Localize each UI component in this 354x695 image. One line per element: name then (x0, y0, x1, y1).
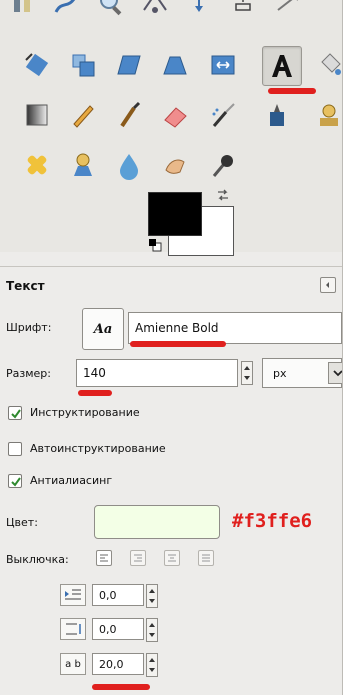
hinting-checkbox[interactable] (8, 406, 22, 420)
tab-menu-icon[interactable] (320, 277, 336, 293)
size-spin-buttons[interactable] (241, 361, 253, 385)
justify-fill-button[interactable] (198, 550, 214, 566)
size-label: Размер: (6, 367, 51, 380)
font-label: Шрифт: (6, 321, 52, 334)
line-spacing-entry[interactable]: 0,0 (92, 618, 144, 640)
gimp-toolbox-panel: Текст Шрифт: Aa Amienne Bold Размер: 140… (0, 0, 343, 695)
antialias-checkbox[interactable] (8, 474, 22, 488)
active-tool-marker (268, 88, 316, 94)
letter-spacing-entry[interactable]: 20,0 (92, 653, 144, 675)
dodge-burn-icon[interactable] (206, 148, 240, 182)
foreground-color-swatch[interactable] (148, 192, 202, 236)
justify-right-button[interactable] (130, 550, 146, 566)
hinting-label: Инструктирование (30, 406, 140, 419)
crop-icon[interactable] (270, 0, 304, 18)
font-preview-button[interactable]: Aa (82, 308, 124, 350)
color-hex-annotation: #f3ffe6 (232, 510, 313, 532)
indent-value: 0,0 (99, 588, 117, 602)
scale-icon[interactable] (66, 48, 100, 82)
size-unit-value: px (273, 366, 287, 380)
antialias-label: Антиалиасинг (30, 474, 113, 487)
chevron-down-icon[interactable] (328, 362, 342, 384)
letter-spacing-icon: a b (60, 653, 86, 675)
justify-left-button[interactable] (96, 550, 112, 566)
font-entry-value: Amienne Bold (135, 321, 219, 335)
tool-options-title: Текст (6, 279, 45, 293)
indent-icon (60, 584, 86, 606)
airbrush-icon[interactable] (206, 98, 240, 132)
letter-spacing-spin-buttons[interactable] (146, 653, 158, 677)
align-icon[interactable] (226, 0, 260, 18)
autohint-label: Автоинструктирование (30, 442, 166, 455)
ink-icon[interactable] (260, 98, 294, 132)
indent-spin-buttons[interactable] (146, 584, 158, 608)
heal-icon[interactable] (20, 148, 54, 182)
autohint-checkbox[interactable] (8, 442, 22, 456)
paintbrush-icon[interactable] (112, 98, 146, 132)
blend-icon[interactable] (20, 98, 54, 132)
size-entry[interactable]: 140 (76, 359, 238, 387)
line-spacing-value: 0,0 (99, 622, 117, 636)
shear-icon[interactable] (112, 48, 146, 82)
smudge-icon[interactable] (6, 0, 40, 18)
size-highlight-mark (78, 390, 112, 396)
text-color-button[interactable] (94, 505, 220, 539)
size-entry-value: 140 (83, 366, 106, 380)
reset-colors-icon[interactable] (148, 238, 162, 252)
letter-spacing-value: 20,0 (99, 657, 124, 671)
font-highlight-mark (130, 341, 226, 347)
flip-icon[interactable] (206, 48, 240, 82)
toolbox (0, 0, 342, 256)
fg-bg-color-selector (148, 188, 238, 260)
font-entry[interactable]: Amienne Bold (128, 312, 342, 344)
line-spacing-icon (60, 618, 86, 640)
zoom-icon[interactable] (94, 0, 128, 18)
letter-spacing-icon-text: a b (65, 658, 81, 670)
justify-center-button[interactable] (164, 550, 180, 566)
move-icon[interactable] (182, 0, 216, 18)
swap-colors-icon[interactable] (216, 188, 230, 202)
smudge-finger-icon[interactable] (158, 148, 192, 182)
pencil-icon[interactable] (66, 98, 100, 132)
perspective-icon[interactable] (158, 48, 192, 82)
indent-entry[interactable]: 0,0 (92, 584, 144, 606)
path-icon[interactable] (50, 0, 84, 18)
clone-icon[interactable] (312, 98, 342, 132)
blur-icon[interactable] (112, 148, 146, 182)
panel-divider (0, 266, 342, 267)
letter-spacing-highlight-mark (92, 684, 150, 690)
color-label: Цвет: (6, 516, 38, 529)
text-icon[interactable] (262, 46, 302, 86)
bucket-fill-icon[interactable] (312, 48, 342, 82)
font-preview-text: Aa (93, 321, 113, 337)
line-spacing-spin-buttons[interactable] (146, 618, 158, 642)
justify-label: Выключка: (6, 553, 69, 566)
eraser-icon[interactable] (158, 98, 192, 132)
measure-icon[interactable] (138, 0, 172, 18)
perspective-clone-icon[interactable] (66, 148, 100, 182)
rotate-icon[interactable] (20, 48, 54, 82)
